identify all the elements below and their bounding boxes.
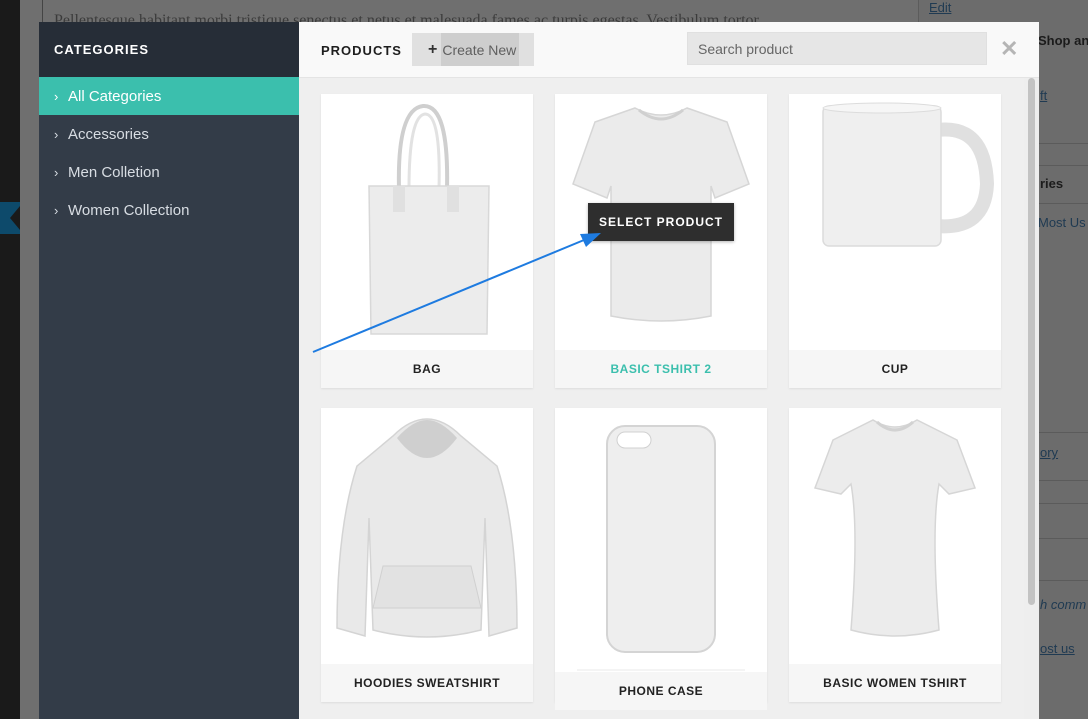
category-list: › All Categories › Accessories › Men Col… bbox=[39, 77, 299, 229]
select-product-button[interactable]: SELECT PRODUCT bbox=[588, 203, 734, 241]
product-image bbox=[789, 94, 1001, 350]
product-image bbox=[321, 408, 533, 664]
categories-sidebar: CATEGORIES › All Categories › Accessorie… bbox=[39, 22, 299, 719]
product-card-phone-case[interactable]: PHONE CASE bbox=[555, 408, 767, 710]
editor-cursor bbox=[42, 0, 43, 22]
products-header: PRODUCTS + Create New ✕ bbox=[299, 22, 1039, 78]
product-name: BASIC WOMEN TSHIRT bbox=[789, 664, 1001, 702]
sidebar-item-label: Men Colletion bbox=[68, 163, 160, 181]
menu-collapse-icon bbox=[0, 202, 20, 234]
chevron-right-icon: › bbox=[54, 164, 59, 180]
product-card-bag[interactable]: BAG bbox=[321, 94, 533, 388]
tote-bag-icon bbox=[368, 104, 490, 335]
phone-case-icon bbox=[577, 425, 745, 671]
sidebar-item-all-categories[interactable]: › All Categories bbox=[39, 77, 299, 115]
panel-link-ft[interactable]: ft bbox=[1040, 88, 1047, 103]
sidebar-item-men-colletion[interactable]: › Men Colletion bbox=[39, 153, 299, 191]
chevron-right-icon: › bbox=[54, 202, 59, 218]
sidebar-item-label: Women Collection bbox=[68, 201, 190, 219]
most-used-tags-link[interactable]: ost us bbox=[1040, 641, 1075, 656]
panel-heading-categories: ries bbox=[1040, 176, 1064, 191]
close-icon[interactable]: ✕ bbox=[1000, 36, 1018, 62]
product-name: PHONE CASE bbox=[555, 672, 767, 710]
product-picker-modal: CATEGORIES › All Categories › Accessorie… bbox=[39, 22, 1039, 719]
sidebar-item-label: All Categories bbox=[68, 87, 162, 105]
products-panel: PRODUCTS + Create New ✕ BAG bbox=[299, 22, 1039, 719]
product-image bbox=[321, 94, 533, 350]
sidebar-header: CATEGORIES bbox=[39, 22, 299, 77]
admin-menu-bar bbox=[0, 0, 20, 719]
product-card-hoodies-sweatshirt[interactable]: HOODIES SWEATSHIRT bbox=[321, 408, 533, 702]
create-new-label: Create New bbox=[442, 41, 517, 58]
product-name: HOODIES SWEATSHIRT bbox=[321, 664, 533, 702]
product-image bbox=[789, 408, 1001, 664]
product-card-basic-tshirt-2[interactable]: SELECT PRODUCT BASIC TSHIRT 2 bbox=[555, 94, 767, 388]
sidebar-item-women-collection[interactable]: › Women Collection bbox=[39, 191, 299, 229]
product-name: BAG bbox=[321, 350, 533, 388]
panel-heading-shop: Shop an bbox=[1038, 33, 1088, 48]
hoodie-icon bbox=[336, 418, 518, 638]
product-name: CUP bbox=[789, 350, 1001, 388]
page-title: PRODUCTS bbox=[321, 43, 402, 58]
most-used-tab[interactable]: Most Us bbox=[1038, 215, 1086, 230]
product-name: BASIC TSHIRT 2 bbox=[555, 350, 767, 388]
create-new-button[interactable]: + Create New bbox=[412, 33, 534, 66]
panel-note: h comm bbox=[1040, 597, 1087, 612]
product-card-cup[interactable]: CUP bbox=[789, 94, 1001, 388]
product-image: SELECT PRODUCT bbox=[555, 94, 767, 350]
sidebar-item-accessories[interactable]: › Accessories bbox=[39, 115, 299, 153]
product-image bbox=[555, 408, 767, 672]
chevron-right-icon: › bbox=[54, 126, 59, 142]
women-tshirt-icon bbox=[813, 419, 977, 637]
search-input[interactable] bbox=[687, 32, 987, 65]
product-card-basic-women-tshirt[interactable]: BASIC WOMEN TSHIRT bbox=[789, 408, 1001, 702]
sidebar-title: CATEGORIES bbox=[54, 42, 149, 57]
add-category-link[interactable]: ory bbox=[1040, 445, 1058, 460]
mug-icon bbox=[822, 102, 995, 247]
chevron-right-icon: › bbox=[54, 88, 59, 104]
sidebar-item-label: Accessories bbox=[68, 125, 149, 143]
scrollbar-thumb[interactable] bbox=[1028, 78, 1035, 605]
edit-link[interactable]: Edit bbox=[929, 0, 951, 15]
plus-icon: + bbox=[428, 40, 438, 58]
